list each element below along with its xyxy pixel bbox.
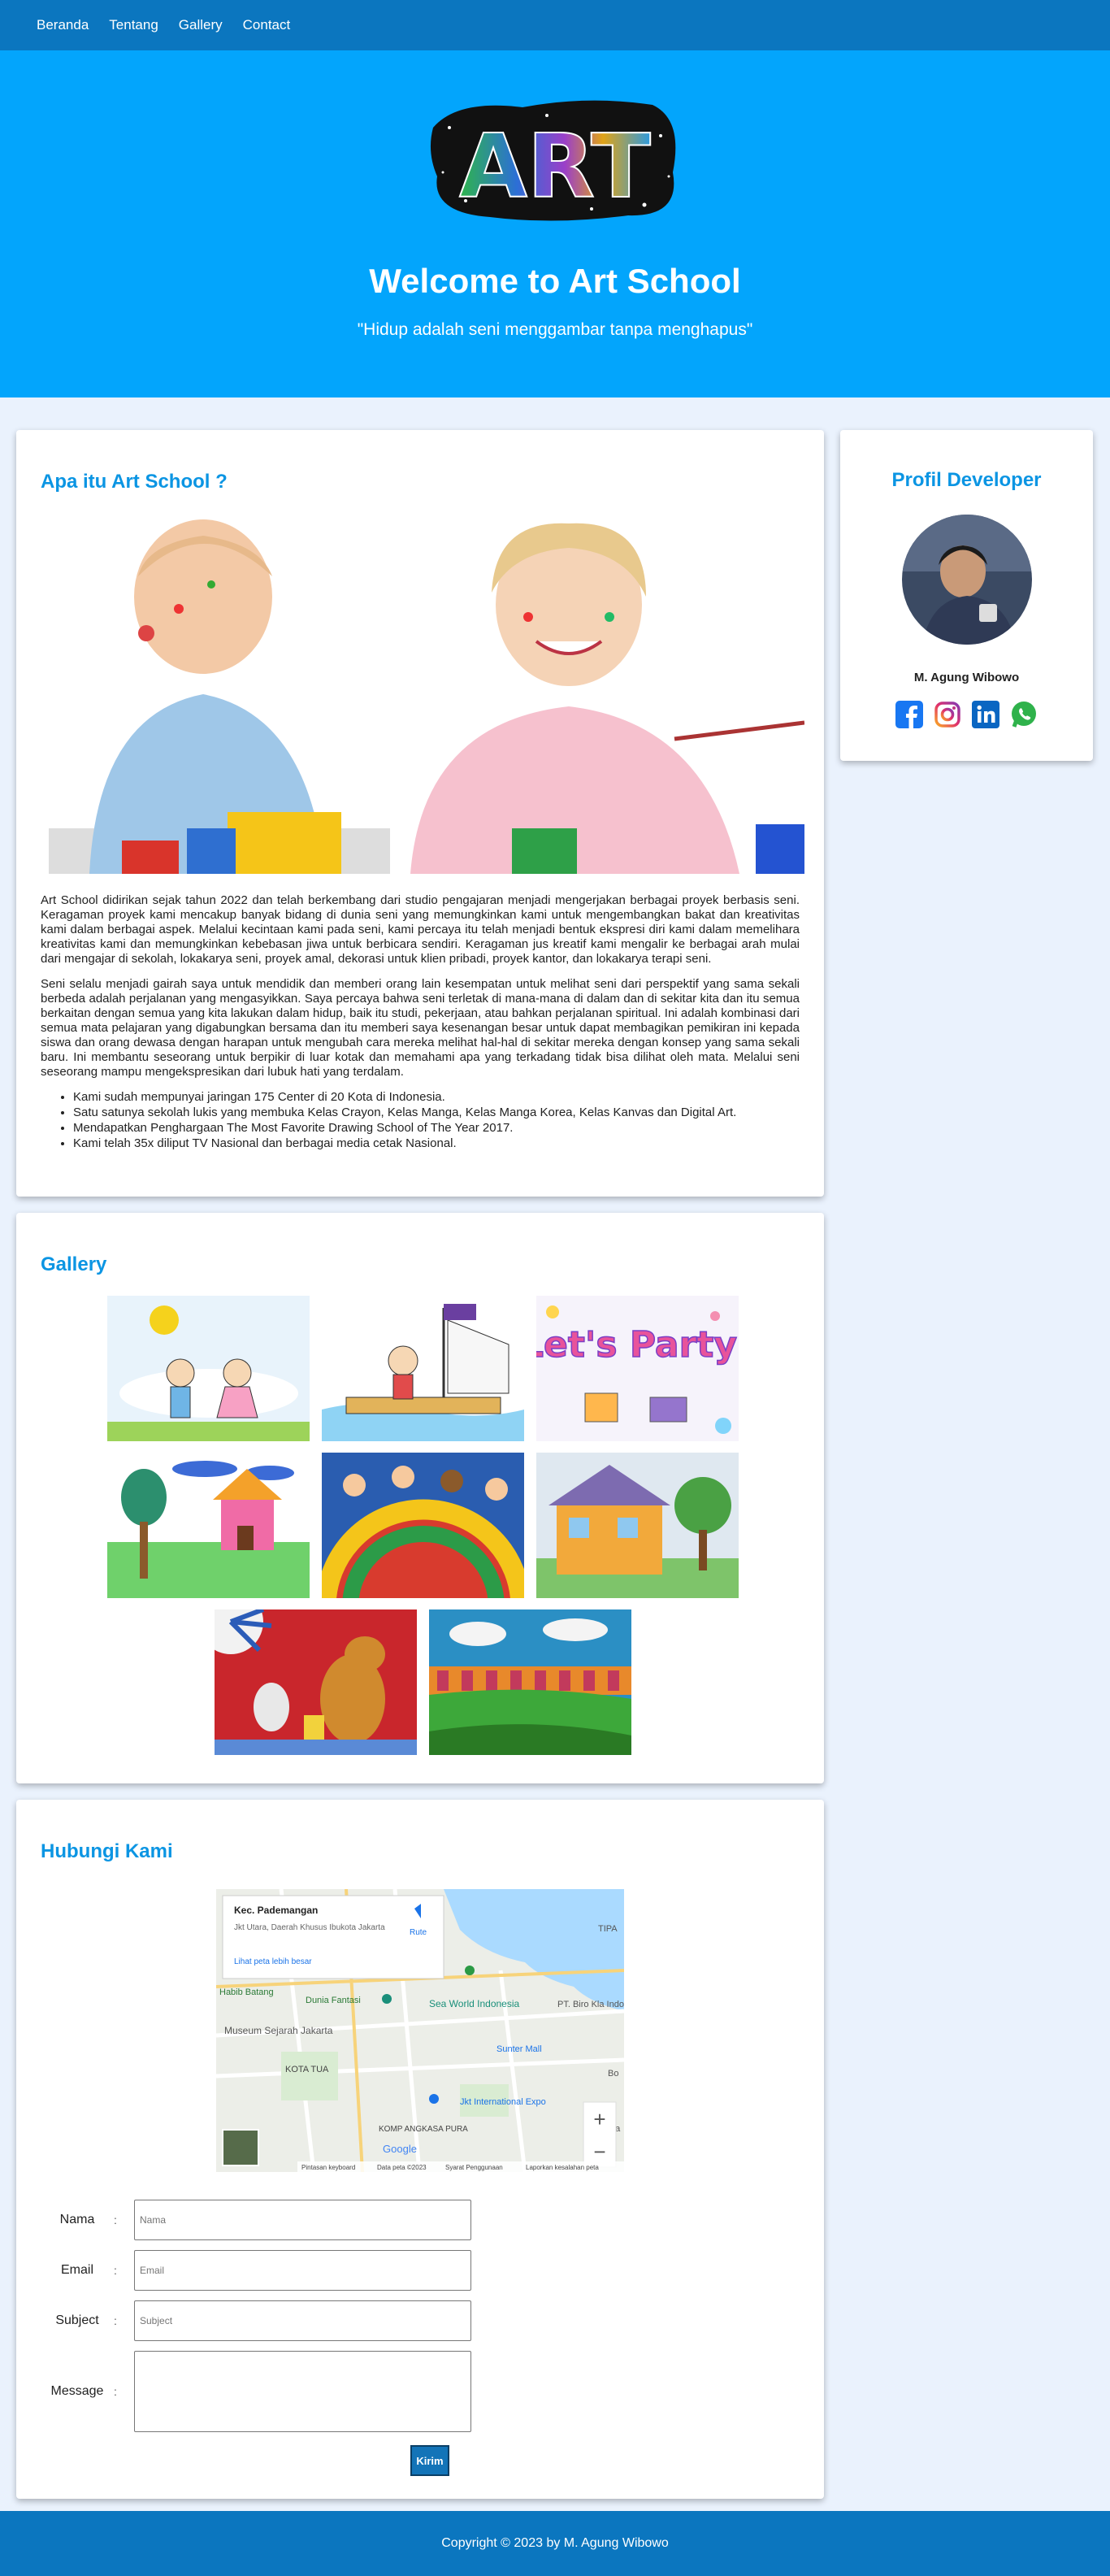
developer-name: M. Agung Wibowo xyxy=(913,671,1020,684)
developer-avatar xyxy=(901,515,1032,645)
form-row-message: Message : xyxy=(41,2351,800,2432)
gallery-image-house-garden[interactable] xyxy=(535,1453,739,1598)
art-logo: ART xyxy=(425,95,685,229)
map-label: KOTA TUA xyxy=(285,2065,329,2074)
subject-label: Subject xyxy=(55,2313,99,2327)
map-label: KOMP ANGKASA PURA xyxy=(379,2125,468,2134)
colon: : xyxy=(114,2314,117,2327)
gallery-image-green-landscape[interactable] xyxy=(428,1609,631,1755)
contact-heading: Hubungi Kami xyxy=(41,1840,173,1862)
form-row-subject: Subject : xyxy=(41,2300,800,2341)
hero-banner: ART Welcome to Art School "Hidup adalah … xyxy=(0,50,1110,397)
map-label: Dunia Fantasi xyxy=(306,1996,361,2005)
map-label: TIPA xyxy=(598,1924,618,1934)
map-footer-item: Data peta ©2023 xyxy=(377,2164,427,2171)
contact-section: Hubungi Kami Kec. Pademangan Jkt Utara, … xyxy=(16,1800,824,2499)
social-links xyxy=(840,701,1093,728)
map-bigger-link: Lihat peta lebih besar xyxy=(234,1957,312,1966)
gallery-image-kids-sun[interactable] xyxy=(106,1296,310,1441)
instagram-icon[interactable] xyxy=(934,701,961,728)
send-button[interactable]: Kirim xyxy=(410,2445,449,2476)
facebook-icon[interactable] xyxy=(895,701,923,728)
map-address: Jkt Utara, Daerah Khusus Ibukota Jakarta xyxy=(234,1923,385,1932)
map-label: PT. Biro Kla Indonesia (P xyxy=(557,2000,624,2009)
hero-title: Welcome to Art School xyxy=(369,262,741,300)
party-text: Let's Party! xyxy=(536,1324,739,1366)
developer-profile-card: Profil Developer M. Agung Wibowo xyxy=(840,430,1093,761)
nav-link-beranda[interactable]: Beranda xyxy=(37,17,89,33)
gallery-image-world-kids[interactable] xyxy=(321,1453,524,1598)
about-section: Apa itu Art School ? Art School didirika… xyxy=(16,430,824,1197)
about-list: Kami sudah mempunyai jaringan 175 Center… xyxy=(73,1090,800,1151)
contact-form: Nama : Email : Subject : Message : Kirim xyxy=(41,2200,800,2476)
map-label: Jkt International Expo xyxy=(460,2097,546,2107)
list-item: Mendapatkan Penghargaan The Most Favorit… xyxy=(73,1121,800,1136)
developer-heading: Profil Developer xyxy=(891,469,1042,491)
subject-input[interactable] xyxy=(134,2300,471,2341)
about-paragraph-1: Art School didirikan sejak tahun 2022 da… xyxy=(41,893,800,966)
map-label: Sea World Indonesia xyxy=(429,1998,520,2009)
main-content: Apa itu Art School ? Art School didirika… xyxy=(0,397,1110,2511)
map-footer-item: Syarat Penggunaan xyxy=(445,2164,503,2171)
email-input[interactable] xyxy=(134,2250,471,2291)
map-label: Bo xyxy=(608,2069,618,2079)
kids-painting-image xyxy=(41,519,804,874)
message-label: Message xyxy=(50,2384,104,2398)
embedded-map[interactable]: Kec. Pademangan Jkt Utara, Daerah Khusus… xyxy=(216,1889,624,2172)
hero-subtitle: "Hidup adalah seni menggambar tanpa meng… xyxy=(357,320,753,339)
colon: : xyxy=(114,2385,117,2398)
colon: : xyxy=(114,2264,117,2277)
nama-input[interactable] xyxy=(134,2200,471,2240)
nama-label: Nama xyxy=(59,2213,95,2226)
map-label: Sunter Mall xyxy=(496,2044,542,2054)
nav-link-contact[interactable]: Contact xyxy=(243,17,291,33)
gallery-image-lets-party[interactable]: Let's Party! xyxy=(535,1296,739,1441)
nav-link-tentang[interactable]: Tentang xyxy=(109,17,158,33)
copyright-text: Copyright © 2023 by M. Agung Wibowo xyxy=(441,2536,669,2550)
form-row-email: Email : xyxy=(41,2250,800,2291)
gallery-image-house-family[interactable] xyxy=(106,1453,310,1598)
email-label: Email xyxy=(60,2263,93,2277)
linkedin-icon[interactable] xyxy=(972,701,999,728)
google-logo: Google xyxy=(383,2143,417,2155)
colon: : xyxy=(114,2213,117,2226)
gallery-image-pirate-raft[interactable] xyxy=(321,1296,524,1441)
map-footer-item: Pintasan keyboard xyxy=(301,2164,355,2171)
page-footer: Copyright © 2023 by M. Agung Wibowo xyxy=(0,2511,1110,2576)
gallery-heading: Gallery xyxy=(41,1253,107,1275)
about-paragraph-2: Seni selalu menjadi gairah saya untuk me… xyxy=(41,977,800,1079)
logo-text: ART xyxy=(459,116,651,218)
gallery-grid: Let's Party! xyxy=(41,1296,804,1755)
list-item: Satu satunya sekolah lukis yang membuka … xyxy=(73,1106,800,1120)
about-text: Art School didirikan sejak tahun 2022 da… xyxy=(41,893,800,1151)
map-route-link: Rute xyxy=(410,1928,427,1937)
map-footer-item: Laporkan kesalahan peta xyxy=(526,2164,599,2171)
whatsapp-icon[interactable] xyxy=(1010,701,1038,728)
form-row-nama: Nama : xyxy=(41,2200,800,2240)
nav-link-gallery[interactable]: Gallery xyxy=(179,17,223,33)
list-item: Kami sudah mempunyai jaringan 175 Center… xyxy=(73,1090,800,1105)
gallery-image-dogs-painting[interactable] xyxy=(214,1609,417,1755)
gallery-section: Gallery Let's Party! xyxy=(16,1213,824,1783)
map-label: Museum Sejarah Jakarta xyxy=(224,2025,333,2036)
top-navigation: Beranda Tentang Gallery Contact xyxy=(0,0,1110,50)
message-textarea[interactable] xyxy=(134,2351,471,2432)
map-label: Habib Batang xyxy=(219,1987,274,1997)
about-heading: Apa itu Art School ? xyxy=(41,471,228,493)
svg-text:−: − xyxy=(593,2139,605,2164)
list-item: Kami telah 35x diliput TV Nasional dan b… xyxy=(73,1136,800,1151)
map-place: Kec. Pademangan xyxy=(234,1905,318,1916)
svg-text:+: + xyxy=(593,2107,605,2131)
